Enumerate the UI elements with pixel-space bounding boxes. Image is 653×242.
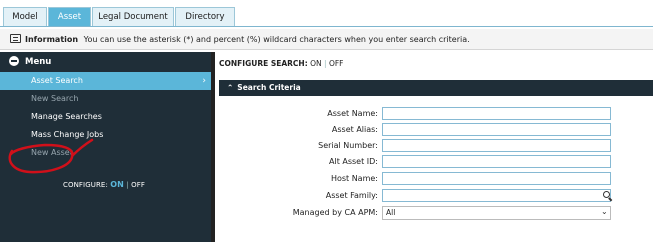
sidebar: Menu Asset Search › New Search Manage Se… <box>0 52 211 242</box>
tab-directory[interactable]: Directory <box>175 7 235 27</box>
host-name-label: Host Name: <box>330 174 378 183</box>
asset-alias-label: Asset Alias: <box>331 125 378 134</box>
search-criteria-header[interactable]: ⌃ Search Criteria <box>219 80 653 96</box>
serial-number-input[interactable] <box>382 139 611 152</box>
chevron-right-icon: › <box>202 76 206 86</box>
divider: | <box>126 181 129 189</box>
menu-label: Menu <box>25 57 52 67</box>
managed-by-row: Managed by CA APM: All ⌄ <box>219 206 653 221</box>
chevron-up-icon[interactable]: ⌃ <box>227 83 233 92</box>
tab-bar: Model Asset Legal Document Directory <box>0 0 653 27</box>
configure-search-label: CONFIGURE SEARCH: <box>219 59 308 68</box>
configure-search: CONFIGURE SEARCH: ON | OFF <box>219 59 343 68</box>
sidebar-item-label: Asset Search <box>31 76 83 85</box>
asset-family-input[interactable] <box>382 189 611 202</box>
alt-asset-id-row: Alt Asset ID: <box>219 155 653 170</box>
sidebar-item-asset-search[interactable]: Asset Search › <box>0 72 211 90</box>
asset-alias-input[interactable] <box>382 123 611 136</box>
asset-family-row: Asset Family: <box>219 189 653 204</box>
alt-asset-id-label: Alt Asset ID: <box>329 157 378 166</box>
asset-name-row: Asset Name: <box>219 107 653 122</box>
sidebar-item-mass-change-jobs[interactable]: Mass Change Jobs <box>0 126 211 144</box>
sidebar-item-label: Mass Change Jobs <box>31 130 104 139</box>
sidebar-configure: CONFIGURE: ON | OFF <box>63 180 145 189</box>
serial-number-label: Serial Number: <box>318 141 378 150</box>
alt-asset-id-input[interactable] <box>382 155 611 168</box>
asset-alias-row: Asset Alias: <box>219 123 653 138</box>
sidebar-item-new-asset: New Asset <box>0 144 211 162</box>
panel-title: Search Criteria <box>237 83 301 92</box>
sidebar-item-label: Manage Searches <box>31 112 102 121</box>
sidebar-item-label: New Search <box>31 94 79 103</box>
asset-name-label: Asset Name: <box>327 109 378 118</box>
info-text: You can use the asterisk (*) and percent… <box>83 35 470 44</box>
info-bar: Information You can use the asterisk (*)… <box>0 29 653 50</box>
tab-asset[interactable]: Asset <box>48 7 91 27</box>
host-name-row: Host Name: <box>219 172 653 187</box>
configure-search-on[interactable]: ON <box>310 59 322 68</box>
info-title: Information <box>25 35 79 44</box>
configure-off[interactable]: OFF <box>131 181 145 189</box>
divider: | <box>324 59 327 68</box>
configure-on[interactable]: ON <box>110 180 124 189</box>
asset-name-input[interactable] <box>382 107 611 120</box>
serial-number-row: Serial Number: <box>219 139 653 154</box>
managed-by-label: Managed by CA APM: <box>292 208 378 217</box>
chevron-down-icon[interactable]: ⌄ <box>601 207 608 216</box>
configure-label: CONFIGURE: <box>63 181 108 189</box>
tab-underline <box>0 26 653 27</box>
asset-family-label: Asset Family: <box>325 191 378 200</box>
menu-header[interactable]: Menu <box>0 52 211 72</box>
host-name-input[interactable] <box>382 172 611 185</box>
sidebar-item-label: New Asset <box>31 148 73 157</box>
managed-by-select[interactable]: All <box>382 206 611 220</box>
managed-by-value: All <box>386 208 396 217</box>
tab-legal-document[interactable]: Legal Document <box>92 7 174 27</box>
search-icon[interactable] <box>603 191 610 198</box>
configure-search-off[interactable]: OFF <box>329 59 344 68</box>
sidebar-item-manage-searches[interactable]: Manage Searches <box>0 108 211 126</box>
sidebar-item-new-search: New Search <box>0 90 211 108</box>
info-icon <box>10 34 21 43</box>
tab-model[interactable]: Model <box>3 7 47 27</box>
sidebar-scrollbar[interactable] <box>211 52 215 242</box>
minus-circle-icon[interactable] <box>9 55 19 66</box>
